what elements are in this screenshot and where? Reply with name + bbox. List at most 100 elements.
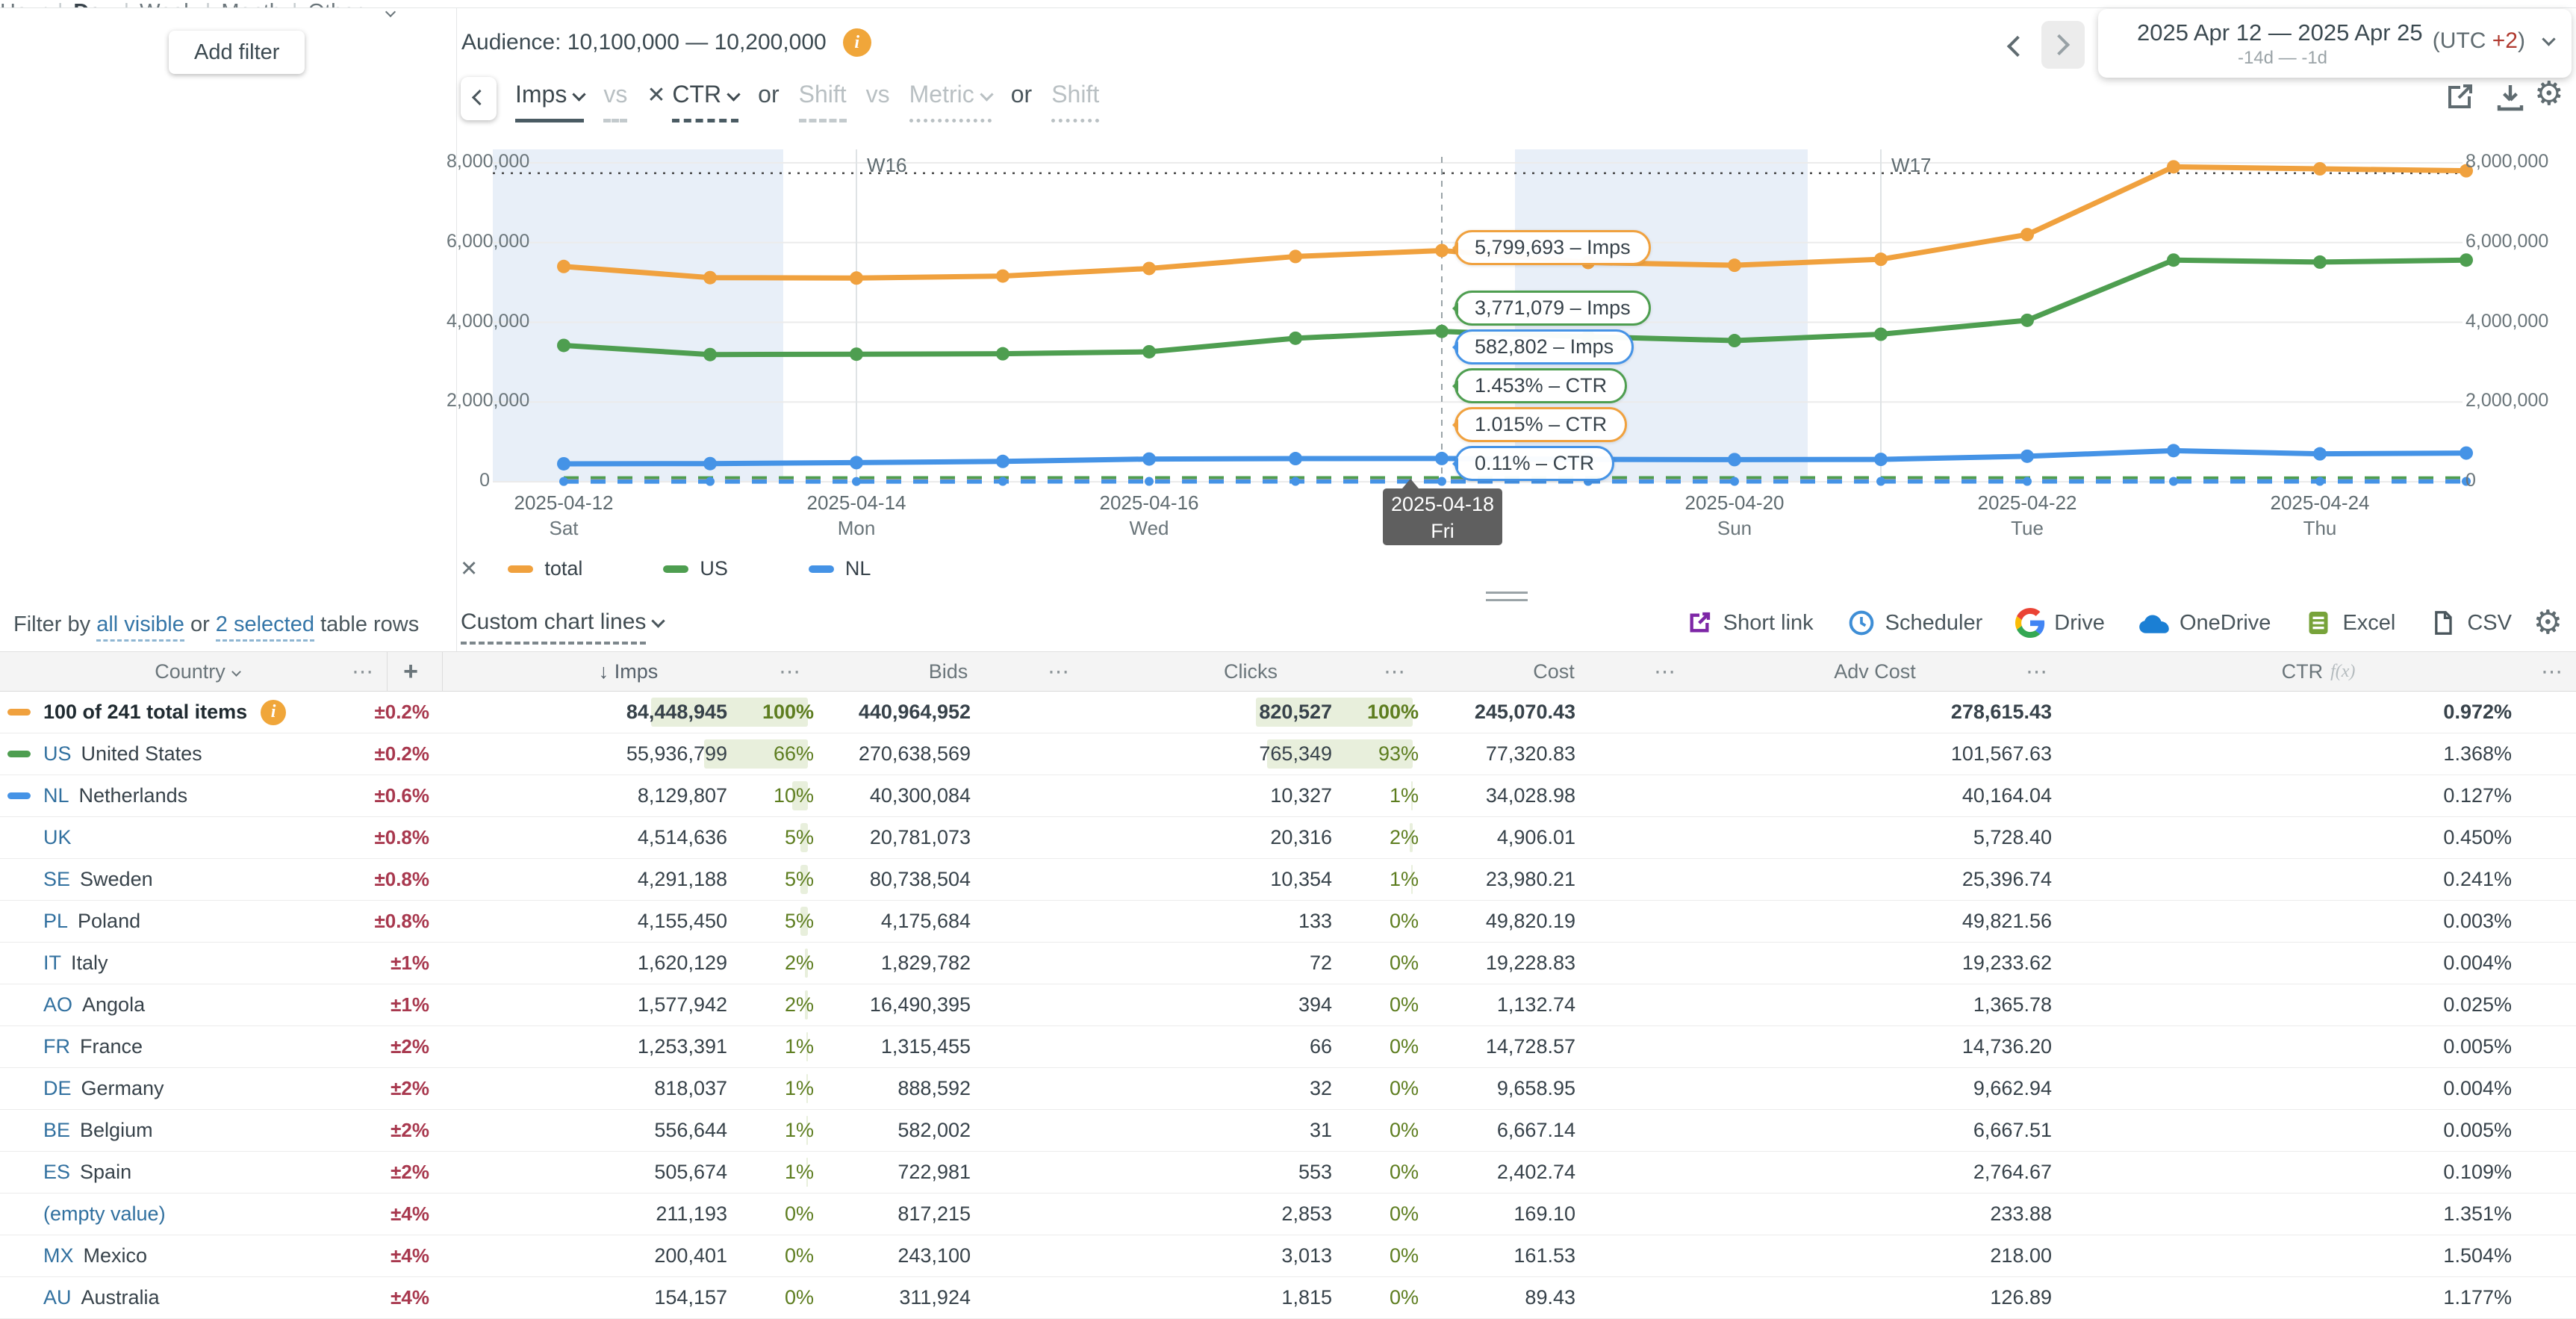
table-row[interactable]: UK±0.8%4,514,6365%20,781,07320,3162%4,90… [0,817,2576,859]
clicks-cell: 3,0130% [1083,1235,1419,1276]
google-drive-icon [2015,608,2045,638]
column-header-imps[interactable]: ↓ Imps⋯ [443,652,814,691]
cost-cell: 49,820.19 [1419,901,1689,942]
column-header-country[interactable]: Country⋯ [0,652,388,691]
table-row[interactable]: BEBelgium±2%556,6441%582,002310%6,667.14… [0,1110,2576,1152]
scheduler-button[interactable]: Scheduler [1847,608,1983,638]
country-cell: MXMexico [0,1235,388,1276]
x-axis-tick: 2025-04-16Wed [1067,490,1231,541]
vs-toggle-1[interactable]: vs [603,81,627,122]
country-code-link[interactable]: ES [43,1161,70,1184]
date-range-title: 2025 Apr 12 — 2025 Apr 25 [2137,19,2423,46]
add-column-button[interactable]: + [388,652,443,691]
country-cell: AUAustralia [0,1277,388,1318]
info-icon[interactable]: i [843,28,871,57]
table-row[interactable]: ESSpain±2%505,6741%722,9815530%2,402.742… [0,1152,2576,1194]
country-cell: AOAngola [0,984,388,1025]
metric-3-selector[interactable]: Metric [909,81,992,122]
excel-button[interactable]: Excel [2303,608,2395,638]
table-row[interactable]: USUnited States±0.2%55,936,79966%270,638… [0,733,2576,775]
table-row[interactable]: ITItaly±1%1,620,1292%1,829,782720%19,228… [0,943,2576,984]
country-code-link[interactable]: PL [43,910,68,933]
chart-back-button[interactable] [461,77,497,120]
legend-item-total[interactable]: total [508,557,582,580]
column-menu-icon[interactable]: ⋯ [1384,659,1407,685]
percent-of-total: 0% [1341,910,1419,933]
table-row[interactable]: FRFrance±2%1,253,3911%1,315,455660%14,72… [0,1026,2576,1068]
timezone-chevron-icon[interactable] [2536,34,2554,51]
shift-toggle-2[interactable]: Shift [1051,81,1099,122]
country-code-link[interactable]: BE [43,1119,70,1142]
adv-cost-cell: 5,728.40 [1689,817,2061,858]
column-menu-icon[interactable]: ⋯ [1048,659,1071,685]
chart-settings-gear-icon[interactable]: ⚙ [2534,75,2563,113]
country-code-link[interactable]: FR [43,1035,70,1058]
metric-1-selector[interactable]: Imps [515,81,584,122]
country-code-link[interactable]: AO [43,993,72,1017]
download-icon[interactable] [2492,79,2528,115]
column-header-cost[interactable]: Cost⋯ [1419,652,1689,691]
table-row[interactable]: AUAustralia±4%154,1570%311,9241,8150%89.… [0,1277,2576,1319]
metric-2-selector[interactable]: ✕ CTR [647,81,738,119]
legend-item-us[interactable]: US [663,557,728,580]
country-code-link[interactable]: DE [43,1077,72,1100]
country-code-link[interactable]: NL [43,784,69,807]
table-row[interactable]: MXMexico±4%200,4010%243,1003,0130%161.53… [0,1235,2576,1277]
csv-button[interactable]: CSV [2428,608,2512,638]
bids-cell: 817,215 [814,1194,1083,1235]
table-row[interactable]: NLNetherlands±0.6%8,129,80710%40,300,084… [0,775,2576,817]
date-prev-button[interactable] [2000,33,2032,66]
table-row[interactable]: (empty value)±4%211,1930%817,2152,8530%1… [0,1194,2576,1235]
table-row[interactable]: PLPoland±0.8%4,155,4505%4,175,6841330%49… [0,901,2576,943]
country-code-link[interactable]: IT [43,952,61,975]
column-header-bids[interactable]: Bids⋯ [814,652,1083,691]
country-code-link[interactable]: UK [43,826,72,849]
adv-cost-cell: 6,667.51 [1689,1110,2061,1151]
table-row[interactable]: 100 of 241 total itemsi±0.2%84,448,94510… [0,692,2576,733]
legend-close-icon[interactable]: ✕ [460,556,478,582]
adv-cost-cell: 19,233.62 [1689,943,2061,984]
column-menu-icon[interactable]: ⋯ [779,659,802,685]
table-settings-gear-icon[interactable]: ⚙ [2533,603,2563,642]
open-in-new-icon[interactable] [2442,79,2477,115]
onedrive-button[interactable]: OneDrive [2138,611,2271,636]
country-name: Belgium [80,1119,153,1142]
column-header-ctr[interactable]: CTRf(x)⋯ [2061,652,2576,691]
remove-metric-icon[interactable]: ✕ [647,83,665,108]
filter-selected-link[interactable]: 2 selected [216,612,314,642]
table-row[interactable]: SESweden±0.8%4,291,1885%80,738,50410,354… [0,859,2576,901]
country-code-link[interactable]: AU [43,1286,72,1309]
country-code-link[interactable]: (empty value) [43,1202,166,1226]
column-header-adv-cost[interactable]: Adv Cost⋯ [1689,652,2061,691]
ctr-cell: 0.025% [2061,984,2576,1025]
column-header-clicks[interactable]: Clicks⋯ [1083,652,1419,691]
filter-all-visible-link[interactable]: all visible [96,612,184,642]
chart-resize-handle[interactable] [1486,592,1528,601]
country-code-link[interactable]: US [43,742,72,766]
column-menu-icon[interactable]: ⋯ [2026,659,2049,685]
date-next-button[interactable] [2041,21,2085,69]
clicks-cell: 310% [1083,1110,1419,1151]
column-menu-icon[interactable]: ⋯ [2541,659,2564,685]
table-row[interactable]: AOAngola±1%1,577,9422%16,490,3953940%1,1… [0,984,2576,1026]
percent-of-total: 100% [736,701,814,724]
percent-of-total: 1% [736,1119,814,1142]
shift-toggle-1[interactable]: Shift [799,81,847,122]
country-code-link[interactable]: MX [43,1244,74,1267]
table-row[interactable]: DEGermany±2%818,0371%888,592320%9,658.95… [0,1068,2576,1110]
percent-of-total: 2% [1341,826,1419,849]
column-menu-icon[interactable]: ⋯ [352,659,375,685]
bids-cell: 888,592 [814,1068,1083,1109]
add-filter-button[interactable]: Add filter [169,31,305,74]
timezone-offset: +2 [2492,28,2518,53]
clicks-cell: 765,34993% [1083,733,1419,775]
legend-item-nl[interactable]: NL [809,557,871,580]
date-range-picker[interactable]: 2025 Apr 12 — 2025 Apr 25 -14d — -1d (UT… [2098,9,2572,78]
info-icon[interactable]: i [261,700,286,725]
short-link-button[interactable]: Short link [1684,608,1814,638]
dashboard-page: Add filter Audience: 10,100,000 — 10,200… [0,0,2576,1319]
google-drive-button[interactable]: Drive [2015,608,2105,638]
custom-chart-lines-dropdown[interactable]: Custom chart lines [461,609,663,635]
column-menu-icon[interactable]: ⋯ [1654,659,1677,685]
country-code-link[interactable]: SE [43,868,70,891]
